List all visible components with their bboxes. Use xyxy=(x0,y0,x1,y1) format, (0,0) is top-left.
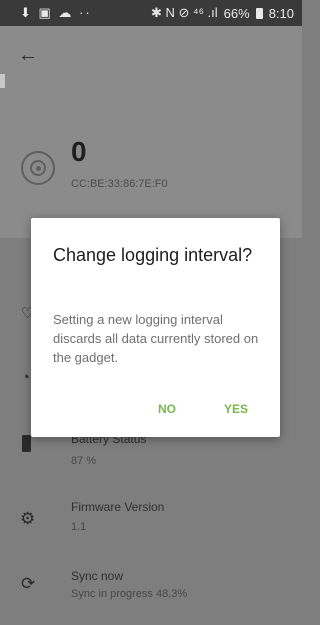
battery-status-value: 87 % xyxy=(71,455,97,467)
status-left-icons: ⬇ ▣ ☁ ·· xyxy=(20,5,92,20)
target-center-dot xyxy=(36,166,41,171)
clock: 8:10 xyxy=(268,5,294,21)
device-header: 0 CC:BE:33:86:7E:F0 xyxy=(0,88,302,238)
dialog-title: Change logging interval? xyxy=(53,245,253,265)
app-bar: ← xyxy=(0,26,302,88)
dialog-message: Setting a new logging interval discards … xyxy=(53,312,259,365)
back-arrow-icon[interactable]: ← xyxy=(18,44,38,67)
device-mac-address: CC:BE:33:86:7E:F0 xyxy=(71,178,168,190)
sync-progress-status: Sync in progress 48,3% xyxy=(71,588,188,600)
firmware-version-title: Firmware Version xyxy=(71,500,165,514)
sync-now-title[interactable]: Sync now xyxy=(71,569,123,583)
no-button[interactable]: NO xyxy=(149,398,185,420)
target-icon xyxy=(21,151,55,185)
battery-percentage: 66% xyxy=(223,5,250,21)
yes-button[interactable]: YES xyxy=(218,398,254,420)
status-right-group: ✱ N ⊘ ⁴⁶ .ıl 66% 8:10 xyxy=(151,5,294,21)
firmware-version-value: 1.1 xyxy=(71,521,87,533)
change-logging-interval-dialog: Change logging interval? Setting a new l… xyxy=(31,218,280,437)
battery-icon xyxy=(22,435,31,452)
device-value: 0 xyxy=(71,136,87,167)
battery-status-icon xyxy=(255,7,263,19)
clock-icon: ◔ xyxy=(21,369,31,386)
status-right-icons: ✱ N ⊘ ⁴⁶ .ıl xyxy=(150,5,218,20)
status-bar: ⬇ ▣ ☁ ·· ✱ N ⊘ ⁴⁶ .ıl 66% 8:10 xyxy=(0,0,302,26)
sync-icon[interactable]: ⟳ xyxy=(21,574,35,594)
chip-icon: ⚙ xyxy=(20,509,36,528)
